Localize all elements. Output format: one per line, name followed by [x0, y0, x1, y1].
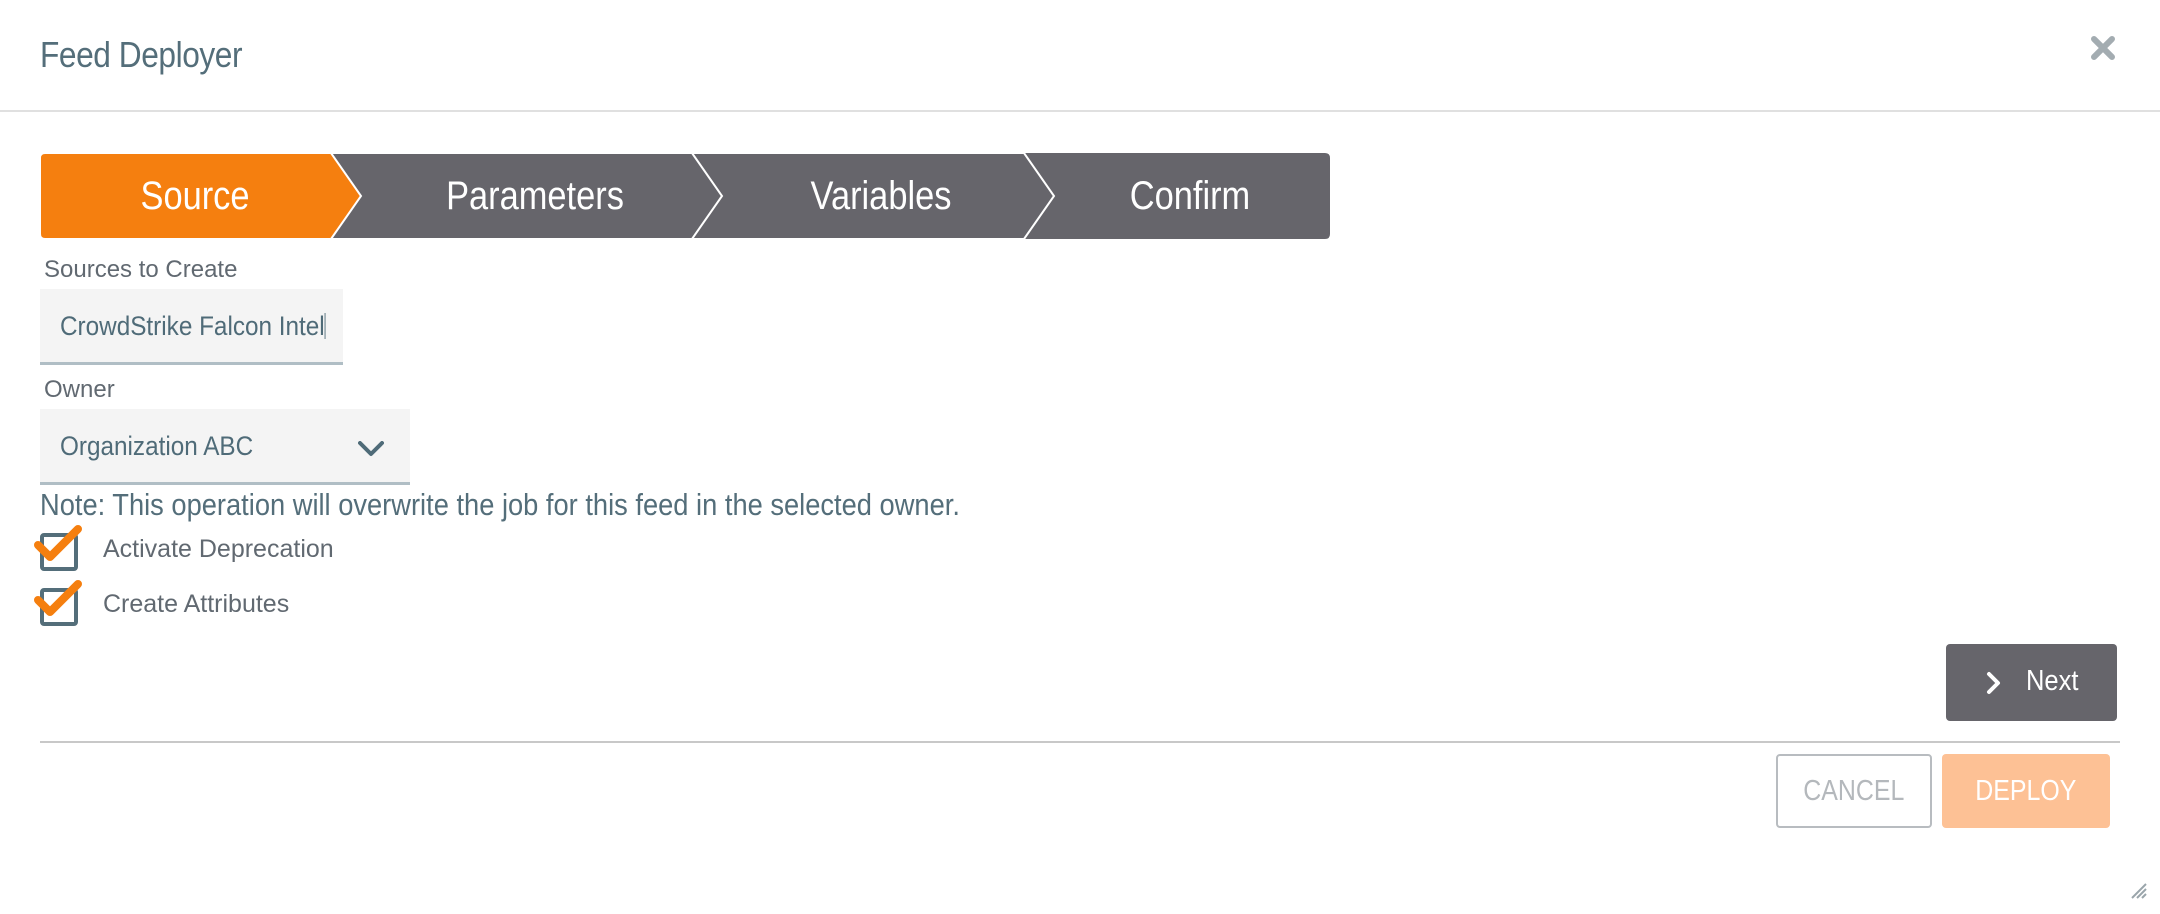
footer-divider — [40, 741, 2120, 743]
chevron-right-icon — [1987, 672, 2000, 694]
create-attributes-label: Create Attributes — [103, 590, 290, 618]
checkmark-icon — [34, 580, 82, 616]
owner-select[interactable]: Organization ABC — [40, 409, 410, 485]
sources-label: Sources to Create — [44, 256, 238, 283]
step-source[interactable]: Source — [62, 153, 329, 239]
step-parameters[interactable]: Parameters — [381, 153, 689, 239]
cancel-label: CANCEL — [1803, 775, 1905, 807]
next-button[interactable]: Next — [1946, 644, 2117, 721]
next-label: Next — [2026, 665, 2079, 697]
close-button[interactable] — [2088, 33, 2118, 63]
wizard-steps: Source Parameters Variables Confirm — [40, 153, 1330, 239]
cancel-button[interactable]: CANCEL — [1776, 754, 1932, 828]
sources-input[interactable]: CrowdStrike Falcon Intel — [40, 289, 343, 365]
owner-label: Owner — [44, 376, 115, 403]
deploy-label: DEPLOY — [1975, 775, 2077, 807]
step-confirm[interactable]: Confirm — [1070, 153, 1311, 239]
activate-deprecation-label: Activate Deprecation — [103, 535, 334, 563]
overwrite-note: Note: This operation will overwrite the … — [40, 487, 960, 522]
text-caret — [324, 313, 326, 339]
resize-grip-icon[interactable] — [2130, 882, 2148, 900]
dialog-header: Feed Deployer — [0, 0, 2160, 112]
deploy-button[interactable]: DEPLOY — [1942, 754, 2110, 828]
dialog-title: Feed Deployer — [40, 34, 243, 75]
step-variables[interactable]: Variables — [739, 153, 1023, 239]
sources-input-value: CrowdStrike Falcon Intel — [60, 311, 325, 341]
feed-deployer-dialog: Feed Deployer Source Parameters Variable… — [0, 0, 2160, 914]
checkmark-icon — [34, 525, 82, 561]
owner-selected-value: Organization ABC — [60, 431, 254, 461]
chevron-down-icon — [358, 441, 384, 456]
close-icon — [2091, 36, 2115, 60]
